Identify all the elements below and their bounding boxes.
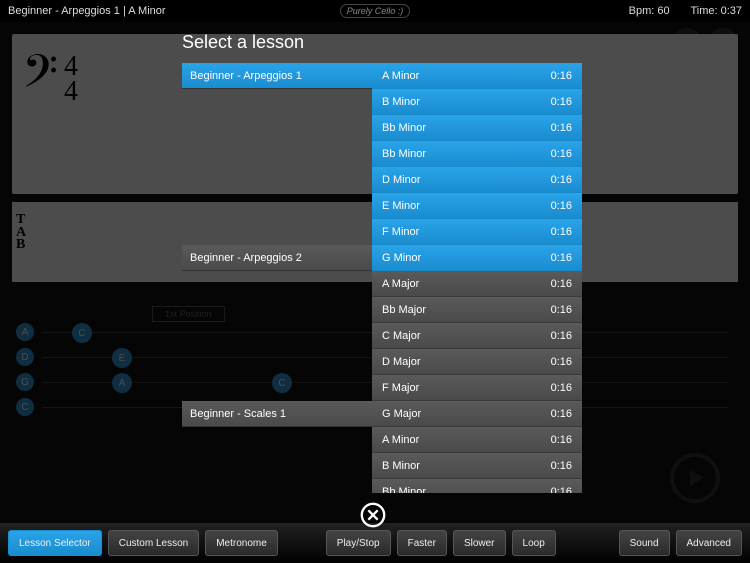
lesson-duration: 0:16 (551, 434, 572, 446)
lesson-duration: 0:16 (551, 382, 572, 394)
lesson-item[interactable]: Bb Minor 0:16 (372, 479, 582, 493)
lesson-duration: 0:16 (551, 356, 572, 368)
lesson-item[interactable]: A Minor 0:16 (372, 63, 582, 89)
note-dot: A (112, 373, 132, 393)
lesson-item[interactable]: G Major 0:16 (372, 401, 582, 427)
lesson-name: F Minor (382, 226, 419, 238)
lesson-item[interactable]: F Minor 0:16 (372, 219, 582, 245)
lesson-duration: 0:16 (551, 252, 572, 264)
modal-title: Select a lesson (182, 32, 582, 53)
lesson-name: Bb Minor (382, 122, 426, 134)
lesson-item[interactable]: D Minor 0:16 (372, 167, 582, 193)
lesson-item[interactable]: B Minor 0:16 (372, 453, 582, 479)
lesson-duration: 0:16 (551, 486, 572, 494)
string-label: G (16, 373, 34, 391)
lesson-duration: 0:16 (551, 70, 572, 82)
lesson-name: A Major (382, 278, 419, 290)
lesson-path: Beginner - Arpeggios 1 | A Minor (8, 5, 340, 17)
sound-button[interactable]: Sound (619, 530, 670, 556)
lesson-duration: 0:16 (551, 148, 572, 160)
lesson-selector-modal: Select a lesson Beginner - Arpeggios 1 B… (182, 32, 582, 493)
slower-button[interactable]: Slower (453, 530, 506, 556)
lesson-duration: 0:16 (551, 304, 572, 316)
lesson-selector-button[interactable]: Lesson Selector (8, 530, 102, 556)
lesson-item[interactable]: G Minor 0:16 (372, 245, 582, 271)
advanced-button[interactable]: Advanced (676, 530, 742, 556)
note-dot: C (72, 323, 92, 343)
lesson-name: D Minor (382, 174, 421, 186)
close-button[interactable] (358, 500, 388, 530)
lesson-name: G Major (382, 408, 421, 420)
metronome-button[interactable]: Metronome (205, 530, 278, 556)
lesson-duration: 0:16 (551, 408, 572, 420)
lesson-duration: 0:16 (551, 174, 572, 186)
play-stop-button[interactable]: Play/Stop (326, 530, 391, 556)
category-item[interactable]: Beginner - Arpeggios 1 (182, 63, 372, 89)
lesson-name: Bb Minor (382, 486, 426, 494)
lesson-item[interactable]: D Major 0:16 (372, 349, 582, 375)
close-icon (359, 501, 387, 529)
lesson-duration: 0:16 (551, 460, 572, 472)
lesson-name: G Minor (382, 252, 421, 264)
lesson-item[interactable]: F Major 0:16 (372, 375, 582, 401)
lesson-name: D Major (382, 356, 421, 368)
lesson-name: A Minor (382, 70, 419, 82)
note-dot: E (112, 348, 132, 368)
lesson-duration: 0:16 (551, 200, 572, 212)
lesson-item[interactable]: Bb Minor 0:16 (372, 141, 582, 167)
string-label: A (16, 323, 34, 341)
custom-lesson-button[interactable]: Custom Lesson (108, 530, 199, 556)
lesson-item[interactable]: Bb Minor 0:16 (372, 115, 582, 141)
lesson-duration: 0:16 (551, 278, 572, 290)
time-label: Time: 0:37 (690, 5, 742, 17)
brand-badge: Purely Cello :) (340, 4, 411, 18)
lesson-duration: 0:16 (551, 122, 572, 134)
faster-button[interactable]: Faster (397, 530, 447, 556)
string-label: D (16, 348, 34, 366)
lesson-duration: 0:16 (551, 330, 572, 342)
lesson-duration: 0:16 (551, 96, 572, 108)
lesson-item[interactable]: A Major 0:16 (372, 271, 582, 297)
category-item[interactable]: Beginner - Scales 1 (182, 401, 372, 427)
play-icon[interactable] (670, 453, 720, 503)
bpm-label: Bpm: 60 (629, 5, 670, 17)
lesson-item[interactable]: A Minor 0:16 (372, 427, 582, 453)
loop-button[interactable]: Loop (512, 530, 556, 556)
lesson-name: C Major (382, 330, 421, 342)
lesson-name: B Minor (382, 96, 420, 108)
string-label: C (16, 398, 34, 416)
lesson-item[interactable]: E Minor 0:16 (372, 193, 582, 219)
top-bar: Beginner - Arpeggios 1 | A Minor Purely … (0, 0, 750, 22)
time-sig-bot: 4 (64, 79, 78, 104)
lesson-name: E Minor (382, 200, 420, 212)
bass-clef-icon: 𝄢 (22, 62, 58, 96)
lesson-name: A Minor (382, 434, 419, 446)
lesson-name: B Minor (382, 460, 420, 472)
lesson-duration: 0:16 (551, 226, 572, 238)
category-list: Beginner - Arpeggios 1 Beginner - Arpegg… (182, 63, 372, 493)
lesson-item[interactable]: B Minor 0:16 (372, 89, 582, 115)
lesson-name: Bb Minor (382, 148, 426, 160)
lesson-item[interactable]: Bb Major 0:16 (372, 297, 582, 323)
lesson-item[interactable]: C Major 0:16 (372, 323, 582, 349)
category-item[interactable]: Beginner - Arpeggios 2 (182, 245, 372, 271)
lesson-name: Bb Major (382, 304, 426, 316)
lesson-name: F Major (382, 382, 419, 394)
lesson-list[interactable]: A Minor0:16B Minor0:16Bb Minor0:16Bb Min… (372, 63, 582, 493)
